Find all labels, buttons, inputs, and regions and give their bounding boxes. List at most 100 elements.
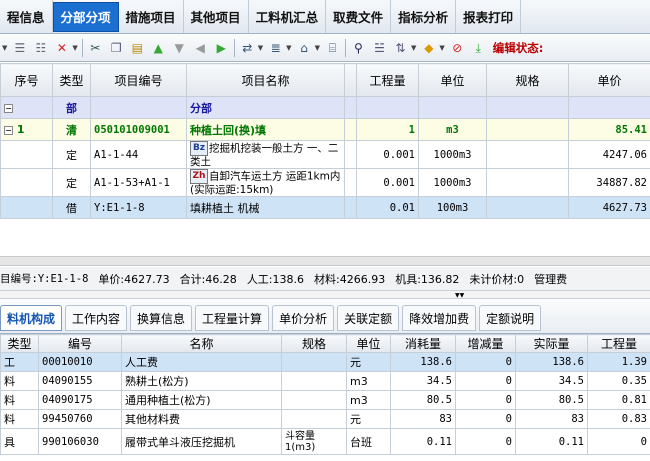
switch-icon[interactable]: ⇄: [239, 39, 256, 56]
col-header-unit[interactable]: 单位: [418, 63, 487, 97]
division-row[interactable]: − 部 分部: [0, 96, 650, 119]
insert-child-icon[interactable]: ☷: [32, 39, 49, 56]
cell-code: Y:E1-1-8: [90, 196, 187, 219]
copy-icon[interactable]: ❐: [108, 39, 125, 56]
tab-other-items[interactable]: 其他项目: [184, 0, 249, 33]
cell-type: 清: [52, 118, 91, 141]
cell-delta[interactable]: 0: [455, 390, 516, 410]
resource-row[interactable]: 料 04090155 熟耕土(松方) m3 34.5 0 34.5 0.35: [0, 371, 650, 391]
cell-qty[interactable]: 1: [356, 118, 419, 141]
resource-row[interactable]: 料 99450760 其他材料费 元 83 0 83 0.83: [0, 409, 650, 429]
cell-consume[interactable]: 83: [390, 409, 456, 429]
tab-efficiency-fee[interactable]: 降效增加费: [402, 305, 477, 331]
tab-resource-summary[interactable]: 工料机汇总: [249, 0, 327, 33]
find-icon[interactable]: ⚲: [350, 39, 367, 56]
col-header-qty[interactable]: 工程量: [587, 334, 650, 353]
resource-row[interactable]: 具 990106030 履带式单斗液压挖掘机 斗容量1(m3) 台班 0.11 …: [0, 428, 650, 455]
col-header-actual[interactable]: 实际量: [515, 334, 588, 353]
switch-drop-icon[interactable]: ▼: [258, 44, 263, 52]
delete-icon[interactable]: ✕: [53, 39, 70, 56]
cell-type: 料: [0, 390, 39, 410]
cell-qty[interactable]: 0.001: [356, 140, 419, 169]
collapse-icon[interactable]: −: [4, 125, 13, 135]
quota-row-selected[interactable]: 借 Y:E1-1-8 填耕植土 机械 0.01 100m3 4627.73: [0, 196, 650, 219]
resource-row[interactable]: 料 04090175 通用种植土(松方) m3 80.5 0 80.5 0.81: [0, 390, 650, 410]
col-header-unit[interactable]: 单位: [346, 334, 391, 353]
tab-conversion-info[interactable]: 换算信息: [130, 305, 193, 331]
list-drop-icon[interactable]: ▼: [286, 44, 291, 52]
tab-unit-price-analysis[interactable]: 单价分析: [272, 305, 335, 331]
col-header-code[interactable]: 项目编号: [90, 63, 187, 97]
delete-drop-icon[interactable]: ▼: [72, 44, 77, 52]
cell-qty[interactable]: 0.001: [356, 168, 419, 197]
collapse-icon[interactable]: −: [4, 103, 13, 113]
pane-splitter[interactable]: [0, 256, 650, 266]
tab-fee-files[interactable]: 取费文件: [326, 0, 392, 33]
cell-delta[interactable]: 0: [455, 409, 516, 429]
cell-delta[interactable]: 0: [455, 428, 516, 455]
move-right-icon[interactable]: ▶: [213, 39, 230, 56]
move-up-icon[interactable]: ▲: [150, 39, 167, 56]
cut-icon[interactable]: ✂: [87, 39, 104, 56]
sort-icon[interactable]: ⇅: [392, 39, 409, 56]
move-left-icon[interactable]: ◀: [192, 39, 209, 56]
resource-grid-header: 类型 编号 名称 规格 单位 消耗量 增减量 实际量 工程量: [0, 334, 650, 353]
cell-price: 85.41: [568, 118, 650, 141]
tab-division-items[interactable]: 分部分项: [52, 1, 119, 32]
no-check-icon[interactable]: ⊘: [449, 39, 466, 56]
bill-item-row[interactable]: − 1 清 050101009001 种植土回(换)填 1 m3 85.41: [0, 118, 650, 141]
cell-delta[interactable]: 0: [455, 371, 516, 391]
resource-row[interactable]: 工 00010010 人工费 元 138.6 0 138.6 1.39: [0, 352, 650, 372]
cell-unit: 元: [346, 352, 391, 372]
col-header-type[interactable]: 类型: [52, 63, 91, 97]
paste-icon[interactable]: ▤: [129, 39, 146, 56]
col-header-delta[interactable]: 增减量: [455, 334, 516, 353]
col-header-code[interactable]: 编号: [38, 334, 122, 353]
summary-mgmt: 管理费: [534, 272, 568, 286]
move-down-icon[interactable]: ▼: [171, 39, 188, 56]
quota-icon[interactable]: ⌂: [296, 39, 313, 56]
group-icon[interactable]: ☱: [371, 39, 388, 56]
col-header-spec[interactable]: 规格: [486, 63, 569, 97]
col-header-seq[interactable]: 序号: [0, 63, 53, 97]
fill-color-icon[interactable]: ◆: [420, 39, 437, 56]
cell-name: 填耕植土 机械: [186, 196, 345, 219]
toolbar-drop-icon[interactable]: ▼: [2, 44, 7, 52]
tab-related-quota[interactable]: 关联定额: [337, 305, 400, 331]
cell-unit: 1000m3: [418, 168, 487, 197]
quota-drop-icon[interactable]: ▼: [315, 44, 320, 52]
cell-delta[interactable]: 0: [455, 352, 516, 372]
collapse-toggle[interactable]: −: [0, 96, 53, 119]
tab-project-info[interactable]: 程信息: [0, 0, 53, 33]
col-header-qty[interactable]: 工程量: [356, 63, 419, 97]
fill-drop-icon[interactable]: ▼: [439, 44, 444, 52]
tab-resource-composition[interactable]: 料机构成: [0, 305, 63, 331]
col-header-type[interactable]: 类型: [0, 334, 39, 353]
cell-consume[interactable]: 0.11: [390, 428, 456, 455]
quota-row[interactable]: 定 A1-1-53+A1-1 Zh 自卸汽车运土方 运距1km内(实际运距:15k…: [0, 168, 650, 197]
filter-icon[interactable]: ⌸: [324, 39, 341, 56]
col-header-name[interactable]: 名称: [121, 334, 282, 353]
cell-consume[interactable]: 34.5: [390, 371, 456, 391]
cell-qty[interactable]: 0.01: [356, 196, 419, 219]
collapse-arrow-icon[interactable]: ▼▼: [455, 292, 464, 299]
tab-measures[interactable]: 措施项目: [119, 0, 184, 33]
tab-work-content[interactable]: 工作内容: [65, 305, 128, 331]
quota-row[interactable]: 定 A1-1-44 Bz 挖掘机挖装一般土方 一、二类土 0.001 1000m3…: [0, 140, 650, 169]
tab-report-print[interactable]: 报表打印: [456, 0, 522, 33]
collapse-bar[interactable]: ▼▼: [0, 291, 650, 299]
col-header-spec[interactable]: 规格: [281, 334, 347, 353]
cell-consume[interactable]: 138.6: [390, 352, 456, 372]
tab-quantity-calc[interactable]: 工程量计算: [195, 305, 270, 331]
resource-grid: 类型 编号 名称 规格 单位 消耗量 增减量 实际量 工程量 工 0001001…: [0, 334, 650, 461]
download-icon[interactable]: ⤓: [470, 39, 487, 56]
col-header-name[interactable]: 项目名称: [186, 63, 345, 97]
cell-consume[interactable]: 80.5: [390, 390, 456, 410]
insert-row-icon[interactable]: ☰: [11, 39, 28, 56]
tab-quota-notes[interactable]: 定额说明: [479, 305, 542, 331]
list-icon[interactable]: ≣: [267, 39, 284, 56]
col-header-consume[interactable]: 消耗量: [390, 334, 456, 353]
sort-drop-icon[interactable]: ▼: [411, 44, 416, 52]
tab-index-analysis[interactable]: 指标分析: [391, 0, 457, 33]
col-header-price[interactable]: 单价: [568, 63, 650, 97]
